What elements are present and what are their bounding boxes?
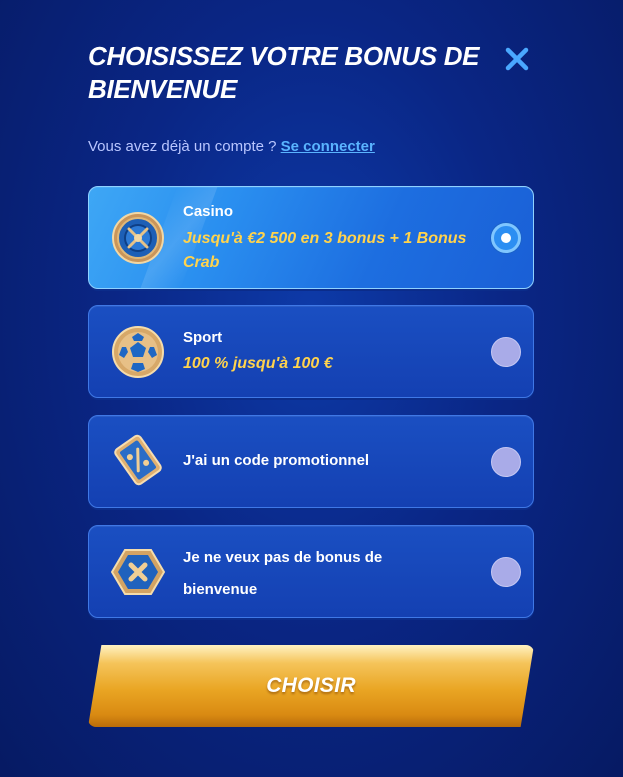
option-sport[interactable]: Sport 100 % jusqu'à 100 €: [88, 305, 534, 398]
option-bonus-text: 100 % jusqu'à 100 €: [183, 355, 333, 372]
choose-button-label: CHOISIR: [266, 674, 356, 697]
option-casino[interactable]: Casino Jusqu'à €2 500 en 3 bonus + 1 Bon…: [88, 186, 534, 289]
option-promo-code[interactable]: J'ai un code promotionnel: [88, 415, 534, 508]
roulette-icon: [112, 212, 164, 264]
football-icon: [112, 326, 164, 378]
option-label: Sport: [183, 329, 223, 346]
login-prompt: Vous avez déjà un compte ? Se connecter: [88, 138, 375, 155]
option-label: Casino: [183, 203, 234, 220]
radio-button[interactable]: [491, 337, 521, 367]
radio-button[interactable]: [491, 447, 521, 477]
close-button[interactable]: [500, 42, 534, 76]
choose-button[interactable]: CHOISIR: [88, 645, 534, 727]
page-title: CHOISISSEZ VOTRE BONUS DE BIENVENUE: [88, 41, 480, 104]
option-label: Je ne veux pas de bonus de bienvenue: [183, 549, 383, 598]
login-prompt-text: Vous avez déjà un compte ?: [88, 138, 277, 155]
login-link[interactable]: Se connecter: [281, 138, 375, 155]
close-icon: [505, 47, 529, 71]
option-bonus-text: Jusqu'à €2 500 en 3 bonus + 1 Bonus Crab: [183, 230, 467, 271]
no-bonus-icon: [111, 549, 165, 595]
radio-button[interactable]: [491, 557, 521, 587]
option-label: J'ai un code promotionnel: [183, 452, 370, 469]
promo-ticket-icon: [114, 434, 162, 486]
radio-button-selected[interactable]: [491, 223, 521, 253]
option-no-bonus[interactable]: Je ne veux pas de bonus de bienvenue: [88, 525, 534, 618]
